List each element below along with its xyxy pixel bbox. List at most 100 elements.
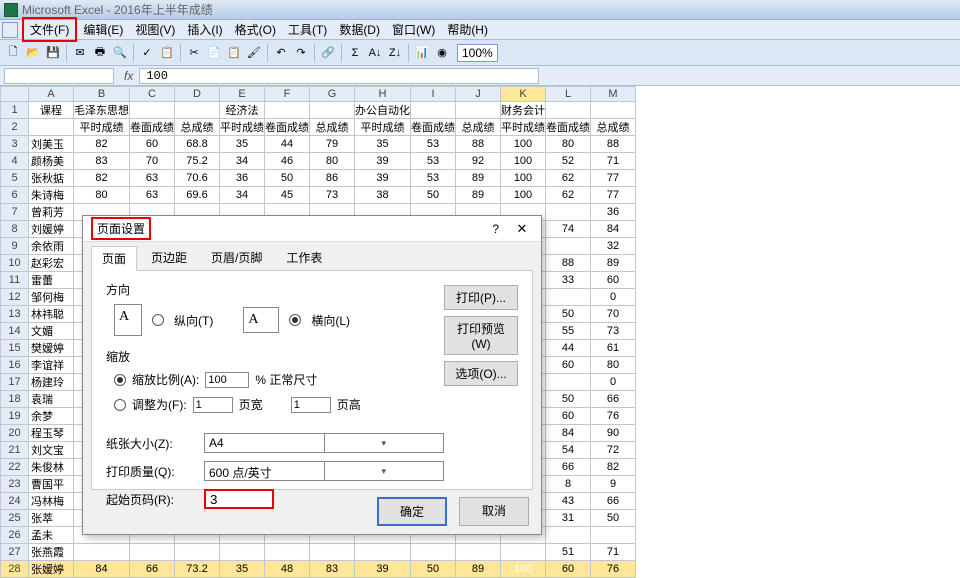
link-icon[interactable]: 🔗 xyxy=(319,44,337,62)
save-icon[interactable]: 💾 xyxy=(44,44,62,62)
cell[interactable]: 66 xyxy=(130,561,175,578)
cell[interactable]: 50 xyxy=(546,306,591,323)
cell[interactable]: 76 xyxy=(591,408,636,425)
cell[interactable]: 张嫒婷 xyxy=(29,561,74,578)
cell[interactable] xyxy=(310,102,355,119)
cell[interactable] xyxy=(456,102,501,119)
cell[interactable] xyxy=(546,289,591,306)
row-header-17[interactable]: 17 xyxy=(1,374,29,391)
cell[interactable]: 60 xyxy=(546,408,591,425)
cell[interactable]: 86 xyxy=(310,170,355,187)
cell[interactable]: 31 xyxy=(546,510,591,527)
cell[interactable]: 66 xyxy=(591,493,636,510)
cell[interactable]: 34 xyxy=(220,187,265,204)
cell[interactable]: 办公自动化 xyxy=(355,102,411,119)
cell[interactable]: 82 xyxy=(591,459,636,476)
cell[interactable]: 88 xyxy=(591,136,636,153)
menu-insert[interactable]: 插入(I) xyxy=(181,19,228,40)
cell[interactable] xyxy=(546,204,591,221)
new-icon[interactable]: 🗋 xyxy=(4,44,22,62)
cell[interactable]: 平时成绩 xyxy=(501,119,546,136)
row-header-8[interactable]: 8 xyxy=(1,221,29,238)
col-header-F[interactable]: F xyxy=(265,87,310,102)
start-page-input[interactable] xyxy=(204,489,274,509)
fit-radio[interactable] xyxy=(114,399,126,411)
cell[interactable]: 46 xyxy=(265,153,310,170)
cell[interactable]: 53 xyxy=(411,170,456,187)
cell[interactable]: 72 xyxy=(591,442,636,459)
cell[interactable]: 38 xyxy=(355,187,411,204)
cell[interactable]: 刘媛婷 xyxy=(29,221,74,238)
cell[interactable]: 林祎聪 xyxy=(29,306,74,323)
cell[interactable]: 71 xyxy=(591,544,636,561)
cell[interactable]: 卷面成绩 xyxy=(265,119,310,136)
options-button[interactable]: 选项(O)... xyxy=(444,361,518,386)
cut-icon[interactable]: ✂ xyxy=(185,44,203,62)
cell[interactable]: 35 xyxy=(355,136,411,153)
menu-tools[interactable]: 工具(T) xyxy=(282,19,333,40)
cell[interactable] xyxy=(310,544,355,561)
cell[interactable]: 44 xyxy=(546,340,591,357)
cell[interactable]: 卷面成绩 xyxy=(411,119,456,136)
row-header-18[interactable]: 18 xyxy=(1,391,29,408)
format-painter-icon[interactable]: 🖌 xyxy=(245,44,263,62)
cell[interactable]: 39 xyxy=(355,170,411,187)
cell[interactable]: 60 xyxy=(591,272,636,289)
cell[interactable]: 50 xyxy=(546,391,591,408)
landscape-radio[interactable] xyxy=(289,314,301,326)
cell[interactable] xyxy=(220,544,265,561)
menu-window[interactable]: 窗口(W) xyxy=(386,19,441,40)
cell[interactable] xyxy=(355,544,411,561)
cell[interactable]: 总成绩 xyxy=(310,119,355,136)
row-header-12[interactable]: 12 xyxy=(1,289,29,306)
row-header-21[interactable]: 21 xyxy=(1,442,29,459)
cell[interactable]: 财务会计 xyxy=(501,102,546,119)
cell[interactable]: 文媚 xyxy=(29,323,74,340)
cell[interactable]: 34 xyxy=(220,153,265,170)
cell[interactable]: 66 xyxy=(546,459,591,476)
scale-input[interactable] xyxy=(205,372,249,388)
cell[interactable]: 冯林梅 xyxy=(29,493,74,510)
row-header-9[interactable]: 9 xyxy=(1,238,29,255)
cell[interactable]: 刘文宝 xyxy=(29,442,74,459)
cell[interactable]: 39 xyxy=(355,561,411,578)
cell[interactable] xyxy=(591,102,636,119)
cell[interactable]: 63 xyxy=(130,170,175,187)
dialog-help-button[interactable]: ? xyxy=(492,222,499,236)
research-icon[interactable]: 📋 xyxy=(158,44,176,62)
name-box[interactable] xyxy=(4,68,114,84)
cell[interactable]: 9 xyxy=(591,476,636,493)
cell[interactable]: 曹国平 xyxy=(29,476,74,493)
cell[interactable]: 课程 xyxy=(29,102,74,119)
cell[interactable]: 90 xyxy=(591,425,636,442)
cell[interactable]: 44 xyxy=(265,136,310,153)
cell[interactable]: 61 xyxy=(591,340,636,357)
tab-margins[interactable]: 页边距 xyxy=(141,246,197,271)
cell[interactable]: 84 xyxy=(591,221,636,238)
cell[interactable]: 50 xyxy=(265,170,310,187)
cell[interactable] xyxy=(265,544,310,561)
cell[interactable]: 60 xyxy=(546,357,591,374)
menu-view[interactable]: 视图(V) xyxy=(129,19,181,40)
undo-icon[interactable]: ↶ xyxy=(272,44,290,62)
cell[interactable]: 平时成绩 xyxy=(74,119,130,136)
cell[interactable]: 88 xyxy=(456,136,501,153)
cell[interactable] xyxy=(501,544,546,561)
print-icon[interactable]: 🖶 xyxy=(91,44,109,62)
col-header-L[interactable]: L xyxy=(546,87,591,102)
spell-icon[interactable]: ✓ xyxy=(138,44,156,62)
cell[interactable]: 79 xyxy=(310,136,355,153)
copy-icon[interactable]: 📄 xyxy=(205,44,223,62)
cell[interactable]: 88 xyxy=(546,255,591,272)
row-header-7[interactable]: 7 xyxy=(1,204,29,221)
cell[interactable]: 卷面成绩 xyxy=(130,119,175,136)
cell[interactable]: 33 xyxy=(546,272,591,289)
cell[interactable]: 总成绩 xyxy=(175,119,220,136)
cell[interactable]: 39 xyxy=(355,153,411,170)
cell[interactable]: 经济法 xyxy=(220,102,265,119)
cell[interactable]: 89 xyxy=(456,170,501,187)
cell[interactable]: 100 xyxy=(501,153,546,170)
row-header-28[interactable]: 28 xyxy=(1,561,29,578)
cell[interactable] xyxy=(456,544,501,561)
cell[interactable]: 100 xyxy=(501,561,546,578)
